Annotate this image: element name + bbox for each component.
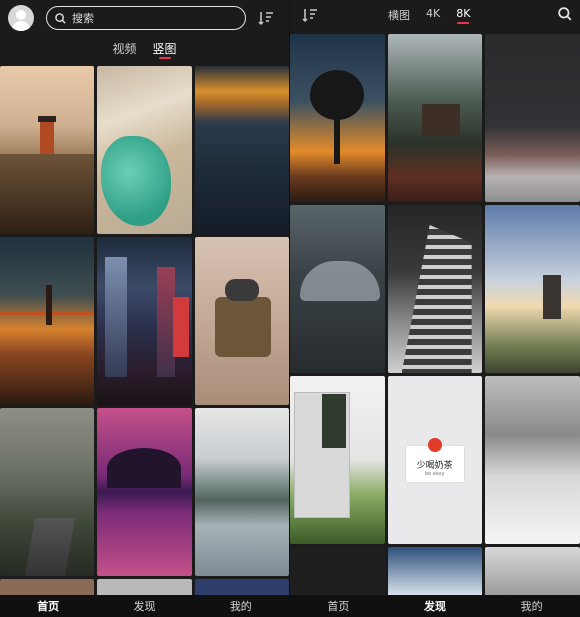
wallpaper-lighthouse[interactable] <box>0 66 95 234</box>
search-icon[interactable] <box>558 7 572 21</box>
nav-discover[interactable]: 发现 <box>424 598 446 614</box>
wallpaper-walle[interactable] <box>194 237 289 405</box>
bottom-nav: 首页 发现 我的 <box>0 595 289 617</box>
wallpaper-partial-5[interactable] <box>387 547 483 597</box>
nav-home[interactable]: 首页 <box>37 598 59 614</box>
top-bar-right: 横图 4K 8K <box>290 0 580 30</box>
wallpaper-grid-right: 少喝奶茶 be easy <box>290 34 580 597</box>
left-screen: 搜索 视频 竖图 首页 发现 我的 <box>0 0 289 617</box>
wallpaper-architecture[interactable] <box>290 376 385 544</box>
wallpaper-umbrella[interactable] <box>290 205 385 373</box>
wallpaper-lagoon[interactable] <box>97 66 192 234</box>
nav-discover[interactable]: 发现 <box>133 598 155 614</box>
wallpaper-milk-tea[interactable]: 少喝奶茶 be easy <box>387 376 483 544</box>
wallpaper-windmill[interactable] <box>485 205 580 373</box>
avatar[interactable] <box>8 5 34 31</box>
wallpaper-misty-lake[interactable] <box>194 408 289 576</box>
wallpaper-sunset-tree[interactable] <box>290 34 385 202</box>
top-bar: 搜索 <box>0 0 289 36</box>
sort-icon[interactable] <box>302 7 318 23</box>
nav-mine[interactable]: 我的 <box>230 598 252 614</box>
wallpaper-grid <box>0 66 289 599</box>
wallpaper-snow-mountain[interactable] <box>485 376 580 544</box>
wallpaper-partial-4[interactable] <box>290 547 385 597</box>
wallpaper-ocean-sunset[interactable] <box>194 66 289 234</box>
sort-icon[interactable] <box>258 10 274 26</box>
search-icon <box>55 12 66 24</box>
wallpaper-forest-road[interactable] <box>0 408 95 576</box>
bottom-nav-right: 首页 发现 我的 <box>290 595 580 617</box>
wallpaper-purple-lake[interactable] <box>97 408 192 576</box>
tab-video[interactable]: 视频 <box>112 36 136 57</box>
category-tabs: 视频 竖图 <box>0 36 289 60</box>
wallpaper-bridge[interactable] <box>0 237 95 405</box>
tab-8k[interactable]: 8K <box>456 7 470 23</box>
tab-4k[interactable]: 4K <box>426 7 440 23</box>
wallpaper-partial-6[interactable] <box>485 547 580 597</box>
wallpaper-mountain[interactable] <box>485 34 580 202</box>
poster-sub: be easy <box>424 471 445 477</box>
resolution-tabs: 横图 4K 8K <box>388 7 470 23</box>
wallpaper-skyscraper[interactable] <box>387 205 483 373</box>
wallpaper-cabin[interactable] <box>387 34 483 202</box>
tab-portrait[interactable]: 竖图 <box>153 36 177 57</box>
nav-home[interactable]: 首页 <box>327 598 349 614</box>
wallpaper-night-city[interactable] <box>97 237 192 405</box>
search-input[interactable]: 搜索 <box>46 6 246 30</box>
poster-text: 少喝奶茶 <box>416 461 453 471</box>
right-screen: 横图 4K 8K 少喝奶茶 be easy 首页 发现 我的 <box>289 0 580 617</box>
search-placeholder: 搜索 <box>72 12 94 25</box>
nav-mine[interactable]: 我的 <box>521 598 543 614</box>
tab-landscape[interactable]: 横图 <box>388 7 410 23</box>
